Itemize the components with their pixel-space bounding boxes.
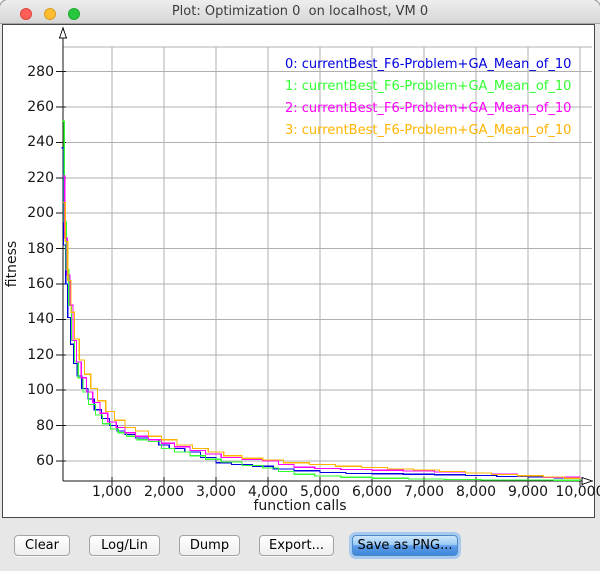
log-lin-button[interactable]: Log/Lin (89, 535, 160, 556)
button-bar: Clear Log/Lin Dump Export... Save as PNG… (0, 519, 600, 571)
plot-window: Plot: Optimization 0 on localhost, VM 0 … (0, 0, 600, 571)
zoom-icon[interactable] (68, 8, 80, 20)
minimize-icon[interactable] (44, 8, 56, 20)
export-button[interactable]: Export... (259, 535, 334, 556)
plot-panel (2, 24, 595, 518)
traffic-lights (20, 5, 87, 18)
save-as-png-button[interactable]: Save as PNG... (352, 535, 458, 556)
window-title: Plot: Optimization 0 on localhost, VM 0 (80, 4, 520, 19)
titlebar: Plot: Optimization 0 on localhost, VM 0 (0, 0, 600, 24)
clear-button[interactable]: Clear (14, 535, 70, 556)
close-icon[interactable] (20, 8, 32, 20)
dump-button[interactable]: Dump (179, 535, 240, 556)
